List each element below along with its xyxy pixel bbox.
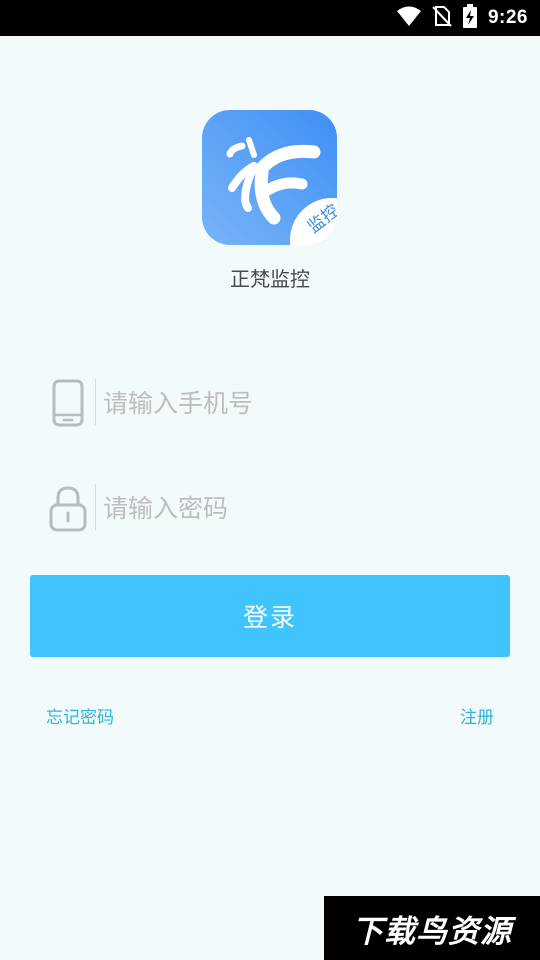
phone-field-divider bbox=[95, 379, 96, 425]
no-sim-icon bbox=[432, 5, 452, 31]
app-logo-icon: 监控 bbox=[202, 110, 337, 245]
app-logo: 监控 bbox=[202, 110, 337, 245]
register-link[interactable]: 注册 bbox=[460, 703, 494, 728]
wifi-icon bbox=[396, 5, 422, 31]
app-name: 正梵监控 bbox=[230, 267, 310, 291]
battery-charging-icon bbox=[462, 4, 478, 32]
password-field[interactable] bbox=[48, 478, 498, 538]
login-button[interactable]: 登录 bbox=[30, 575, 510, 657]
lock-icon bbox=[48, 478, 88, 538]
status-icons: 9:26 bbox=[396, 0, 528, 36]
password-field-divider bbox=[95, 484, 96, 530]
status-time: 9:26 bbox=[487, 7, 528, 28]
status-bar: 9:26 bbox=[0, 0, 540, 36]
phone-icon bbox=[48, 373, 88, 433]
watermark-text: 下载鸟资源 bbox=[352, 913, 512, 950]
password-input[interactable] bbox=[103, 486, 483, 530]
phone-field[interactable] bbox=[48, 373, 498, 433]
watermark: 下载鸟资源 bbox=[324, 896, 540, 960]
phone-input[interactable] bbox=[103, 381, 483, 425]
forgot-password-link[interactable]: 忘记密码 bbox=[46, 703, 114, 728]
